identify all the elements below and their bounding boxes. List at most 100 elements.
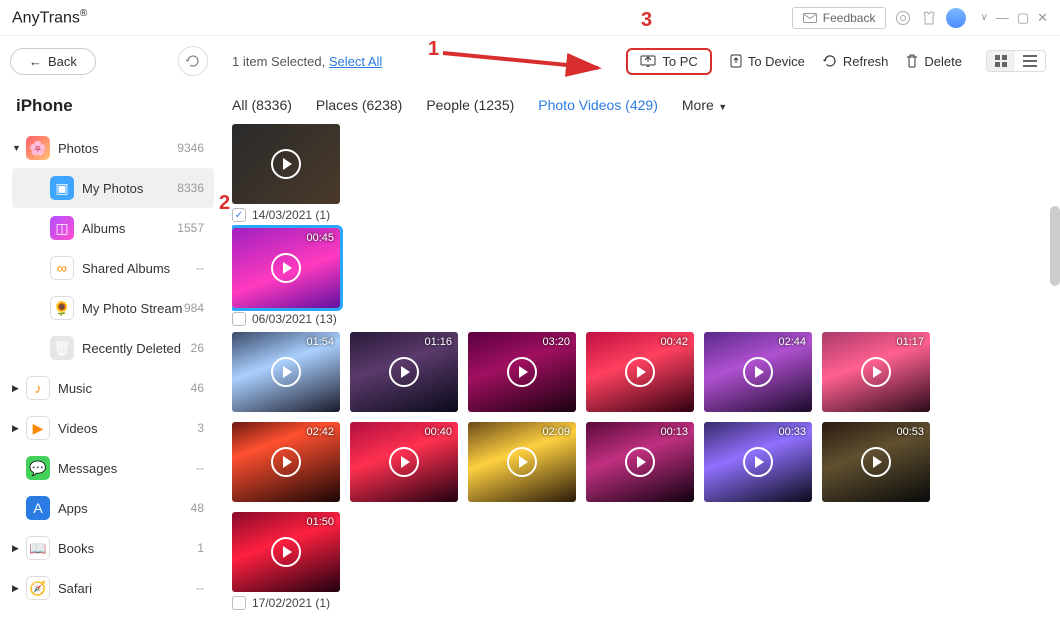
to-device-button[interactable]: To Device [730, 54, 805, 69]
trash-icon: 🗑 [50, 336, 74, 360]
video-duration: 00:40 [424, 426, 452, 438]
tab-people[interactable]: People (1235) [426, 97, 514, 113]
sidebar-item-label: Photos [58, 141, 177, 156]
sunflower-icon: 🌻 [50, 296, 74, 320]
video-thumbnail[interactable]: 02:09 [468, 422, 576, 502]
video-duration: 00:42 [660, 336, 688, 348]
refresh-label: Refresh [843, 54, 889, 69]
sidebar-item-label: Music [58, 381, 191, 396]
to-pc-button[interactable]: To PC [626, 48, 711, 75]
sidebar-item-my-photo-stream[interactable]: 🌻My Photo Stream984 [12, 288, 214, 328]
grid-view-toggle[interactable] [987, 51, 1015, 71]
play-icon [271, 357, 301, 387]
sidebar-item-apps[interactable]: AApps48 [12, 488, 214, 528]
tshirt-icon[interactable] [920, 9, 938, 27]
sidebar-item-recently-deleted[interactable]: 🗑 Recently Deleted26 [12, 328, 214, 368]
video-thumbnail[interactable]: 02:42 [232, 422, 340, 502]
video-thumbnail[interactable]: 00:40 [350, 422, 458, 502]
group-checkbox[interactable] [232, 596, 246, 610]
video-thumbnail[interactable]: 00:42 [586, 332, 694, 412]
caret-icon: ▶ [12, 423, 26, 434]
apps-icon: A [26, 496, 50, 520]
back-button[interactable]: ← Back [10, 48, 96, 75]
delete-label: Delete [924, 54, 962, 69]
maximize-icon[interactable]: ▢ [1017, 10, 1029, 26]
video-thumbnail[interactable]: 00:53 [822, 422, 930, 502]
feedback-button[interactable]: Feedback [792, 7, 887, 29]
chevron-down-icon[interactable]: ∨ [980, 12, 987, 23]
app-title: AnyTrans® [12, 8, 87, 27]
video-duration: 00:33 [778, 426, 806, 438]
sidebar-item-messages[interactable]: 💬Messages-- [12, 448, 214, 488]
tab-photo-videos[interactable]: Photo Videos (429) [538, 97, 658, 113]
video-duration: 03:20 [542, 336, 570, 348]
play-icon [271, 253, 301, 283]
video-thumbnail[interactable]: 01:16 [350, 332, 458, 412]
video-thumbnail[interactable] [232, 124, 340, 204]
video-thumbnail[interactable]: 03:20 [468, 332, 576, 412]
sidebar-item-safari[interactable]: ▶🧭 Safari-- [12, 568, 214, 608]
caret-icon: ▶ [12, 543, 26, 554]
video-duration: 02:44 [778, 336, 806, 348]
select-all-link[interactable]: Select All [329, 54, 382, 69]
minimize-icon[interactable]: — [996, 10, 1009, 25]
sidebar-item-label: Safari [58, 581, 196, 596]
tab-all[interactable]: All (8336) [232, 97, 292, 113]
group-checkbox[interactable] [232, 312, 246, 326]
sidebar-item-count: -- [196, 581, 210, 595]
scan-icon[interactable] [894, 9, 912, 27]
arrow-left-icon: ← [29, 54, 42, 69]
sidebar-item-label: Shared Albums [82, 261, 196, 276]
refresh-icon [823, 54, 837, 68]
list-view-toggle[interactable] [1015, 51, 1045, 71]
sidebar-item-label: Recently Deleted [82, 341, 191, 356]
video-duration: 01:16 [424, 336, 452, 348]
tab-more[interactable]: More ▼ [682, 97, 727, 113]
sidebar-item-label: Albums [82, 221, 177, 236]
delete-button[interactable]: Delete [906, 54, 962, 69]
avatar[interactable] [946, 8, 966, 28]
video-thumbnail[interactable]: 01:17 [822, 332, 930, 412]
video-thumbnail[interactable]: 00:33 [704, 422, 812, 502]
caret-icon: ▶ [12, 583, 26, 594]
sidebar-item-music[interactable]: ▶♪Music46 [12, 368, 214, 408]
to-device-label: To Device [748, 54, 805, 69]
refresh-button[interactable]: Refresh [823, 54, 889, 69]
sidebar-item-videos[interactable]: ▶▶Videos3 [12, 408, 214, 448]
sidebar-item-count: 26 [191, 341, 210, 355]
sidebar-item-books[interactable]: ▶📖Books1 [12, 528, 214, 568]
caret-icon: ▶ [12, 383, 26, 394]
play-icon [507, 447, 537, 477]
video-thumbnail[interactable]: 00:13 [586, 422, 694, 502]
group-checkbox[interactable] [232, 208, 246, 222]
sidebar-item-my-photos[interactable]: ▣ My Photos8336 [12, 168, 214, 208]
video-duration: 00:13 [660, 426, 688, 438]
sync-button[interactable] [178, 46, 208, 76]
video-duration: 02:09 [542, 426, 570, 438]
play-icon [743, 447, 773, 477]
play-icon [625, 357, 655, 387]
video-thumbnail[interactable]: 01:54 [232, 332, 340, 412]
sidebar-item-count: 8336 [177, 181, 210, 195]
sidebar-item-label: My Photo Stream [82, 301, 184, 316]
device-name: iPhone [12, 90, 214, 128]
group-date: 06/03/2021 (13) [252, 312, 337, 326]
sidebar-item-shared-albums[interactable]: ∞Shared Albums-- [12, 248, 214, 288]
play-icon [389, 447, 419, 477]
video-thumbnail[interactable]: 00:45 [232, 228, 340, 308]
video-thumbnail[interactable]: 01:50 [232, 512, 340, 592]
video-thumbnail[interactable]: 02:44 [704, 332, 812, 412]
music-icon: ♪ [26, 376, 50, 400]
photo-icon: ▣ [50, 176, 74, 200]
group-date: 14/03/2021 (1) [252, 208, 330, 222]
sidebar-item-albums[interactable]: ◫Albums1557 [12, 208, 214, 248]
scrollbar[interactable] [1050, 206, 1060, 286]
sidebar-item-photos[interactable]: ▼🌸Photos9346 [12, 128, 214, 168]
tab-places[interactable]: Places (6238) [316, 97, 402, 113]
caret-icon: ▼ [12, 143, 26, 153]
play-icon [743, 357, 773, 387]
safari-icon: 🧭 [26, 576, 50, 600]
back-label: Back [48, 54, 77, 69]
close-icon[interactable]: ✕ [1037, 10, 1048, 26]
sidebar-item-label: My Photos [82, 181, 177, 196]
